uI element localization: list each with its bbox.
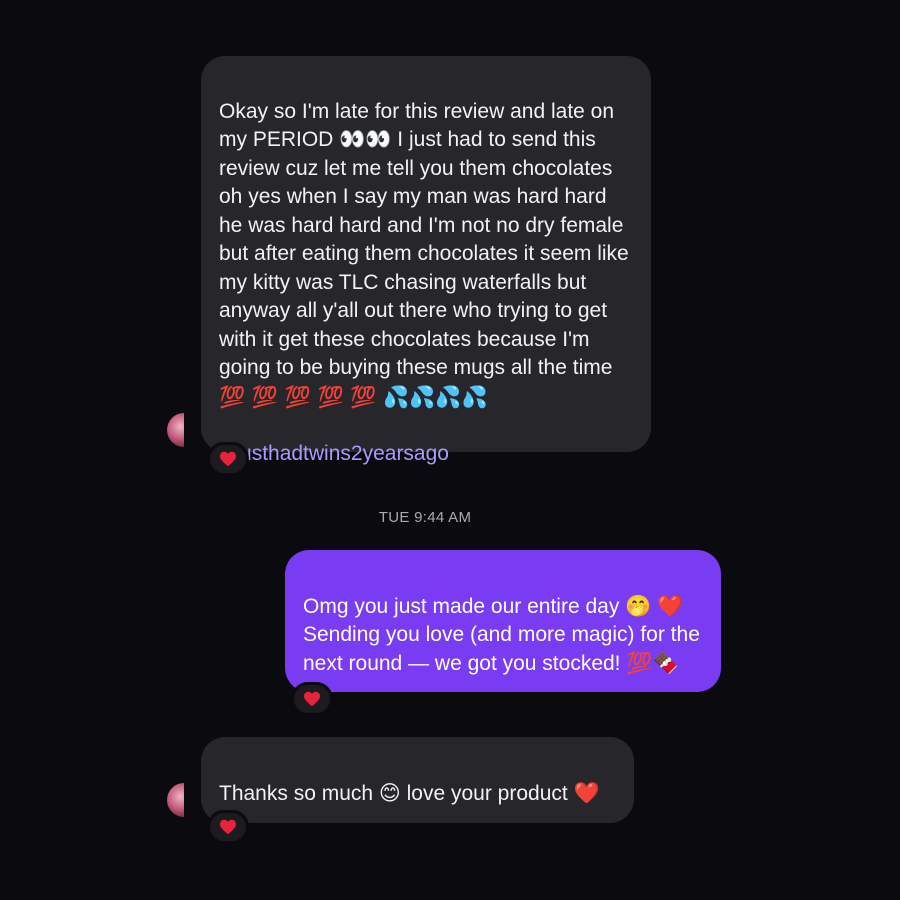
message-text: Okay so I'm late for this review and lat… — [219, 99, 629, 380]
incoming-message-bubble[interactable]: Thanks so much 😊 love your product ❤️ — [201, 737, 634, 823]
message-text: Thanks so much 😊 love your product ❤️ — [219, 781, 600, 805]
avatar-image — [167, 783, 184, 817]
reaction-badge[interactable] — [207, 810, 249, 844]
contact-avatar[interactable] — [167, 413, 184, 453]
contact-avatar[interactable] — [167, 783, 184, 823]
avatar-image — [167, 413, 184, 447]
reaction-badge[interactable] — [291, 682, 333, 716]
heart-icon — [220, 819, 236, 835]
heart-icon — [220, 451, 236, 467]
incoming-message-bubble[interactable]: Okay so I'm late for this review and lat… — [201, 56, 651, 465]
timestamp-divider: TUE 9:44 AM — [378, 509, 472, 526]
reaction-badge[interactable] — [207, 442, 249, 476]
message-text: Omg you just made our entire day 🤭 ❤️ Se… — [303, 594, 700, 675]
message-emoji-line: 💯 💯 💯 💯 💯 💦💦💦💦 — [219, 384, 488, 409]
outgoing-message-bubble[interactable]: Omg you just made our entire day 🤭 ❤️ Se… — [285, 550, 721, 692]
heart-icon — [304, 691, 320, 707]
hashtag-link[interactable]: #ijusthadtwins2yearsago — [219, 440, 633, 469]
